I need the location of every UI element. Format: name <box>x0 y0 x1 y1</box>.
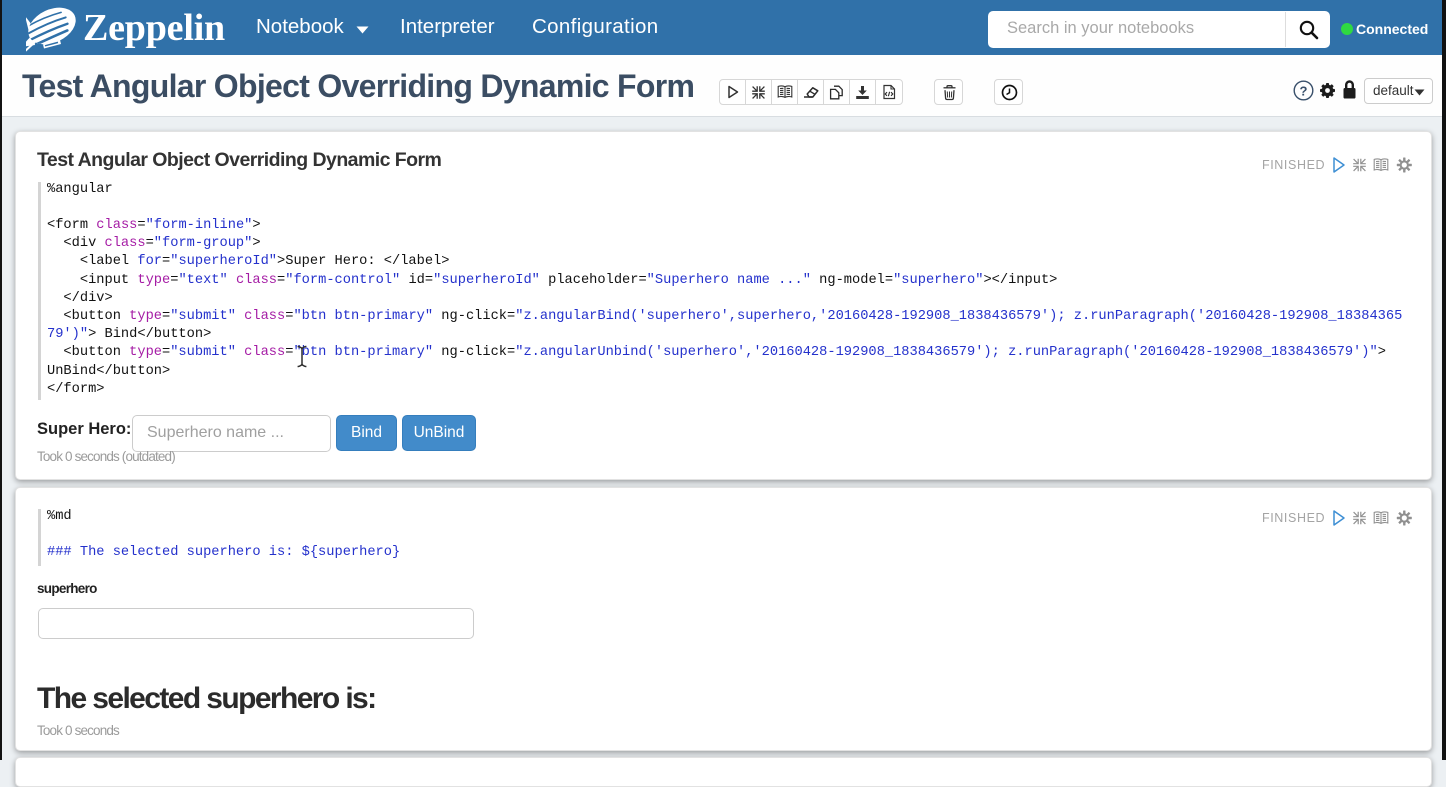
svg-text:?: ? <box>1300 83 1308 98</box>
